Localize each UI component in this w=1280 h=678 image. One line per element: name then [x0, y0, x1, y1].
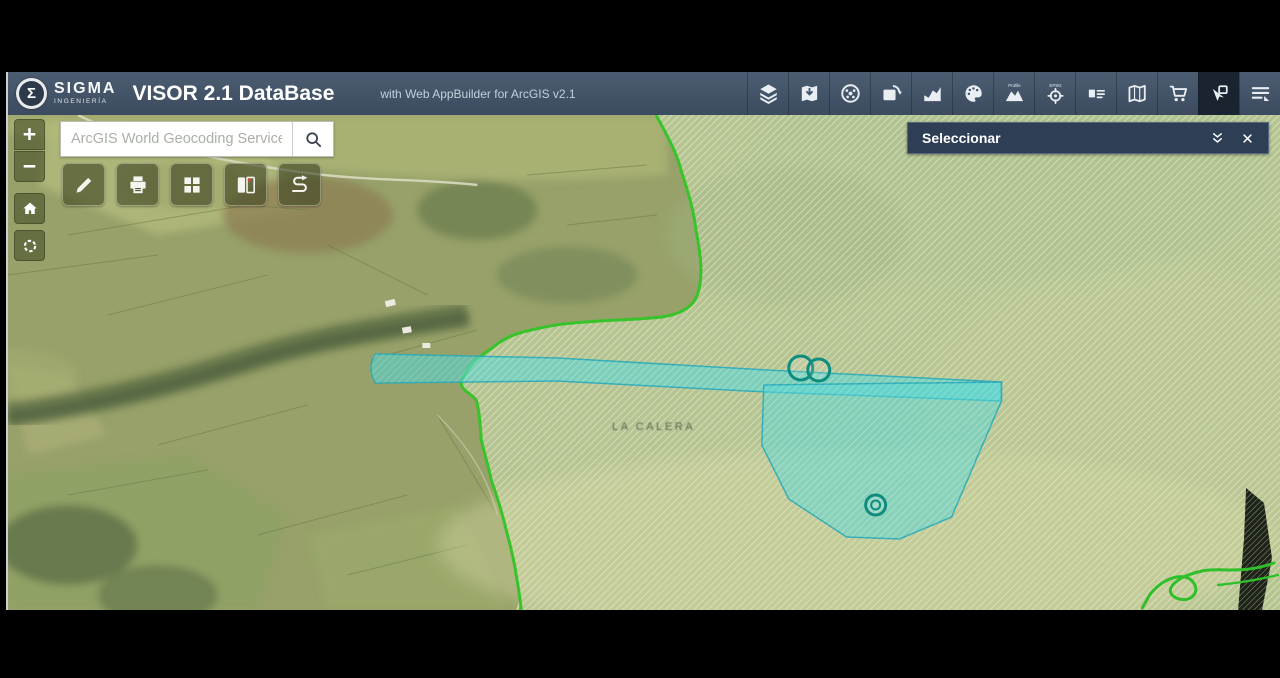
add-data-icon	[798, 82, 821, 105]
toolbar-elevation-profile-button[interactable]: Profile	[993, 72, 1034, 115]
home-button[interactable]	[14, 193, 45, 224]
map-tools-row	[62, 163, 321, 206]
menu-icon	[1249, 82, 1272, 105]
panel-title: Seleccionar	[908, 130, 1202, 146]
grid-icon	[180, 173, 204, 197]
printer-icon	[126, 173, 150, 197]
profile-icon: Profile	[1003, 82, 1026, 105]
basemap-icon	[1126, 82, 1149, 105]
select-icon	[1208, 82, 1231, 105]
zoom-in-button[interactable]: +	[14, 119, 45, 150]
locate-button[interactable]	[14, 230, 45, 261]
toolbar-cart-button[interactable]	[1157, 72, 1198, 115]
home-icon	[20, 199, 40, 219]
brand-name: SIGMA	[54, 81, 116, 97]
brand-logo: Σ SIGMA INGENIERÍA	[8, 78, 116, 109]
header-toolbar: Profile EPSG	[747, 72, 1280, 115]
pencil-icon	[72, 173, 96, 197]
toolbar-select-button[interactable]	[1198, 72, 1239, 115]
swipe-icon	[880, 82, 903, 105]
gis-application: Σ SIGMA INGENIERÍA VISOR 2.1 DataBase wi…	[6, 72, 1280, 610]
panel-collapse-button[interactable]	[1202, 131, 1232, 146]
toolbar-swipe-3d-button[interactable]	[870, 72, 911, 115]
magnifier-icon	[303, 129, 324, 150]
place-label: LA CALERA	[612, 421, 695, 433]
page-title: VISOR 2.1 DataBase	[132, 82, 334, 106]
svg-text:EPSG: EPSG	[1049, 83, 1062, 88]
svg-text:Profile: Profile	[1008, 83, 1021, 88]
layers-icon	[757, 82, 780, 105]
epsg-icon: EPSG	[1044, 82, 1067, 105]
draw-icon	[962, 82, 985, 105]
sigma-glyph: Σ	[19, 81, 44, 106]
cart-icon	[1167, 82, 1190, 105]
sigma-logo-icon: Σ	[16, 78, 47, 109]
toolbar-layers-button[interactable]	[747, 72, 788, 115]
chart-icon	[921, 82, 944, 105]
toolbar-chart-button[interactable]	[911, 72, 952, 115]
feature-circle	[866, 495, 886, 515]
close-icon	[1240, 131, 1255, 146]
route-button[interactable]	[278, 163, 321, 206]
letterboxed-stage: Σ SIGMA INGENIERÍA VISOR 2.1 DataBase wi…	[0, 0, 1280, 678]
print-button[interactable]	[116, 163, 159, 206]
toolbar-draw-button[interactable]	[952, 72, 993, 115]
panel-close-button[interactable]	[1232, 131, 1262, 146]
toolbar-basemap-button[interactable]	[1116, 72, 1157, 115]
toolbar-coordinates-epsg-button[interactable]: EPSG	[1034, 72, 1075, 115]
brand-subname: INGENIERÍA	[54, 99, 116, 106]
search-input[interactable]	[61, 122, 292, 156]
locate-icon	[20, 236, 40, 256]
swipe-compare-button[interactable]	[224, 163, 267, 206]
map-viewport[interactable]: LA CALERA + −	[8, 115, 1280, 610]
toolbar-globe-button[interactable]	[829, 72, 870, 115]
globe-icon	[839, 82, 862, 105]
route-icon	[288, 173, 312, 197]
measure-button[interactable]	[62, 163, 105, 206]
legend-icon	[1085, 82, 1108, 105]
double-chevron-down-icon	[1210, 131, 1225, 146]
compare-icon	[234, 173, 258, 197]
feature-circle	[808, 359, 830, 381]
basemap-grid-button[interactable]	[170, 163, 213, 206]
app-header: Σ SIGMA INGENIERÍA VISOR 2.1 DataBase wi…	[8, 72, 1280, 115]
toolbar-more-tools-button[interactable]	[1239, 72, 1280, 115]
page-subtitle: with Web AppBuilder for ArcGIS v2.1	[380, 87, 575, 101]
zoom-out-button[interactable]: −	[14, 151, 45, 182]
toolbar-legend-button[interactable]	[1075, 72, 1116, 115]
geocode-search	[60, 121, 334, 157]
seleccionar-panel: Seleccionar	[907, 122, 1269, 154]
search-button[interactable]	[292, 122, 333, 156]
toolbar-add-data-button[interactable]	[788, 72, 829, 115]
